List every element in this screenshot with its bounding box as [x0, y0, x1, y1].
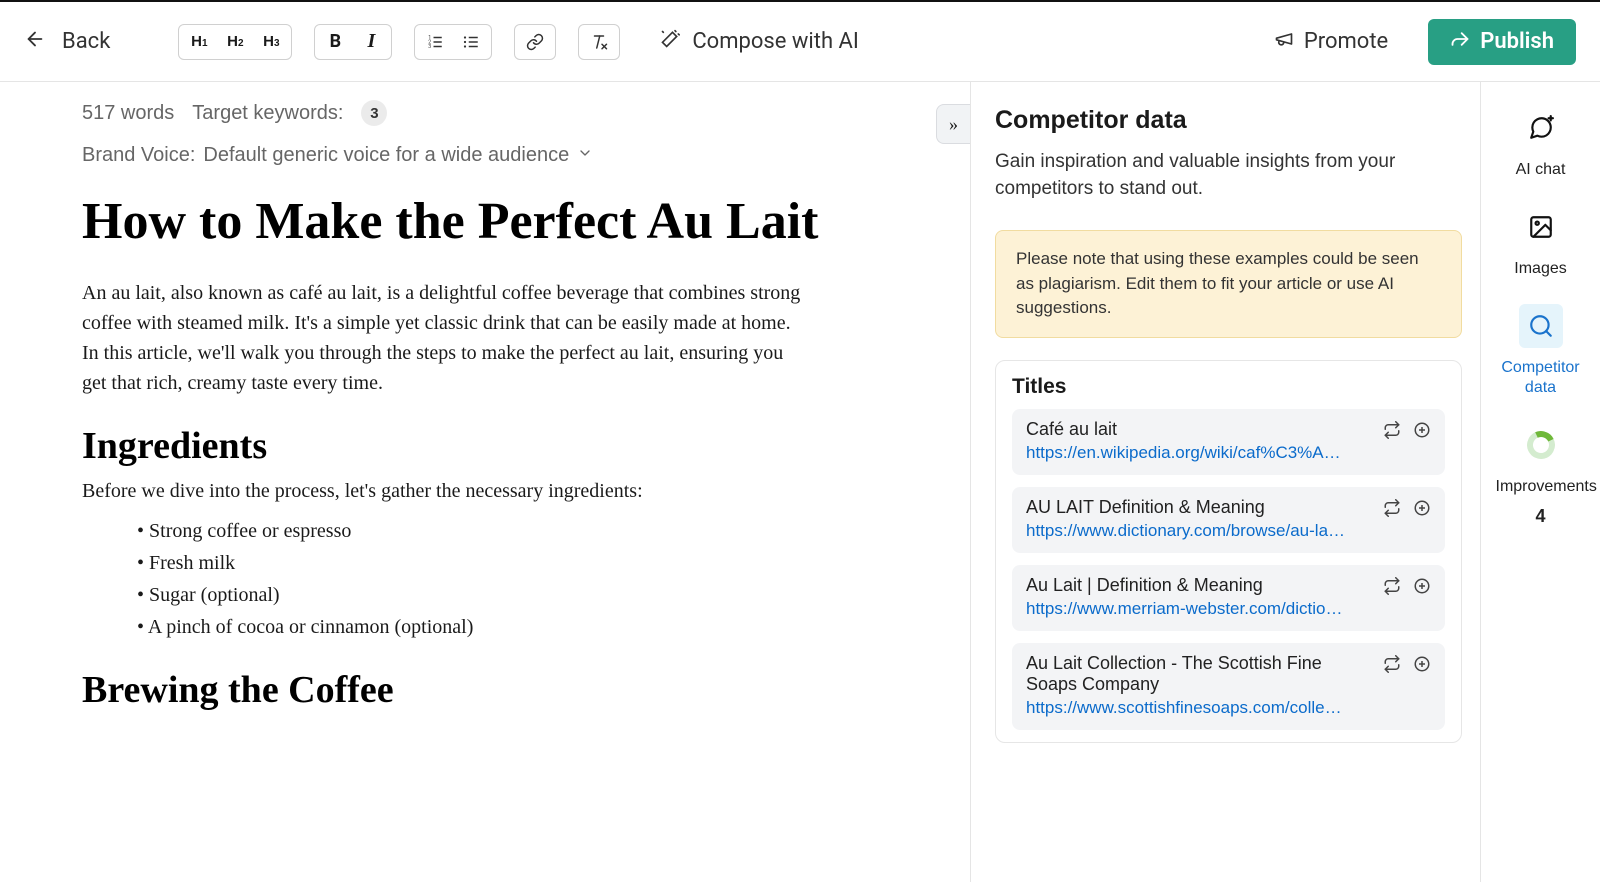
- add-icon[interactable]: [1413, 655, 1431, 673]
- back-label: Back: [62, 29, 110, 54]
- editor-column: » 517 words Target keywords: 3 Brand Voi…: [0, 82, 970, 882]
- brand-voice-label: Brand Voice:: [82, 144, 195, 167]
- progress-donut-icon: [1519, 423, 1563, 467]
- promote-button[interactable]: Promote: [1274, 29, 1388, 55]
- h2-brewing[interactable]: Brewing the Coffee: [82, 668, 934, 712]
- panel-title: Competitor data: [995, 106, 1462, 135]
- h3-button[interactable]: H3: [255, 28, 287, 56]
- refresh-icon[interactable]: [1383, 499, 1401, 517]
- titles-heading: Titles: [1012, 375, 1445, 399]
- list-item[interactable]: Strong coffee or espresso: [137, 516, 934, 546]
- compose-ai-button[interactable]: Compose with AI: [660, 29, 859, 55]
- add-icon[interactable]: [1413, 421, 1431, 439]
- rail-images[interactable]: Images: [1514, 205, 1566, 278]
- refresh-icon[interactable]: [1383, 421, 1401, 439]
- search-icon: [1519, 304, 1563, 348]
- result-url[interactable]: https://www.scottishfinesoaps.com/colle…: [1026, 698, 1373, 718]
- unordered-list-button[interactable]: [455, 28, 487, 56]
- list-item[interactable]: A pinch of cocoa or cinnamon (optional): [137, 612, 934, 642]
- style-group: B I: [314, 24, 392, 60]
- brand-voice-value: Default generic voice for a wide audienc…: [203, 144, 569, 167]
- publish-label: Publish: [1480, 29, 1554, 54]
- add-icon[interactable]: [1413, 499, 1431, 517]
- result-title: Café au lait: [1026, 419, 1373, 440]
- improvements-count: 4: [1535, 506, 1545, 527]
- collapse-panel-button[interactable]: »: [936, 104, 970, 144]
- article-intro[interactable]: An au lait, also known as café au lait, …: [82, 278, 802, 398]
- ingredients-intro[interactable]: Before we dive into the process, let's g…: [82, 476, 934, 506]
- rail-ai-chat-label: AI chat: [1516, 160, 1566, 179]
- refresh-icon[interactable]: [1383, 577, 1401, 595]
- article-title[interactable]: How to Make the Perfect Au Lait: [82, 189, 934, 254]
- share-arrow-icon: [1450, 29, 1470, 55]
- refresh-icon[interactable]: [1383, 655, 1401, 673]
- back-button[interactable]: Back: [24, 24, 118, 60]
- rail-ai-chat[interactable]: AI chat: [1516, 106, 1566, 179]
- rail-improvements[interactable]: Improvements 4: [1496, 423, 1586, 527]
- megaphone-icon: [1274, 29, 1294, 55]
- competitor-result: Au Lait | Definition & Meaning https://w…: [1012, 565, 1445, 631]
- competitor-result: AU LAIT Definition & Meaning https://www…: [1012, 487, 1445, 553]
- list-item[interactable]: Fresh milk: [137, 548, 934, 578]
- h2-button[interactable]: H2: [219, 28, 251, 56]
- result-url[interactable]: https://www.dictionary.com/browse/au-la…: [1026, 521, 1373, 541]
- bold-button[interactable]: B: [319, 28, 351, 56]
- arrow-left-icon: [24, 28, 46, 56]
- list-group: 123: [414, 24, 492, 60]
- top-toolbar: Back H1 H2 H3 B I 123 Compose with AI: [0, 2, 1600, 82]
- image-icon: [1519, 205, 1563, 249]
- result-title: Au Lait Collection - The Scottish Fine S…: [1026, 653, 1373, 695]
- meta-row: 517 words Target keywords: 3: [82, 100, 934, 126]
- right-rail: AI chat Images Competitor data Improveme…: [1480, 82, 1600, 882]
- competitor-result: Café au lait https://en.wikipedia.org/wi…: [1012, 409, 1445, 475]
- magic-wand-icon: [660, 29, 680, 55]
- chevron-double-right-icon: »: [949, 114, 958, 135]
- keywords-count-pill[interactable]: 3: [361, 100, 387, 126]
- titles-card: Titles Café au lait https://en.wikipedia…: [995, 360, 1462, 743]
- italic-button[interactable]: I: [355, 28, 387, 56]
- link-group: [514, 24, 556, 60]
- add-icon[interactable]: [1413, 577, 1431, 595]
- competitor-panel: Competitor data Gain inspiration and val…: [970, 82, 1480, 882]
- h2-ingredients[interactable]: Ingredients: [82, 424, 934, 468]
- clear-format-button[interactable]: [583, 28, 615, 56]
- h1-button[interactable]: H1: [183, 28, 215, 56]
- rail-competitor-label: Competitor data: [1496, 358, 1586, 396]
- chat-icon: [1519, 106, 1563, 150]
- keywords-label: Target keywords:: [192, 102, 343, 125]
- brand-voice-row[interactable]: Brand Voice: Default generic voice for a…: [82, 144, 934, 167]
- clear-group: [578, 24, 620, 60]
- competitor-result: Au Lait Collection - The Scottish Fine S…: [1012, 643, 1445, 730]
- result-url[interactable]: https://en.wikipedia.org/wiki/caf%C3%A…: [1026, 443, 1373, 463]
- promote-label: Promote: [1304, 29, 1388, 54]
- panel-description: Gain inspiration and valuable insights f…: [995, 149, 1462, 202]
- svg-text:3: 3: [429, 44, 432, 50]
- ordered-list-button[interactable]: 123: [419, 28, 451, 56]
- list-item[interactable]: Sugar (optional): [137, 580, 934, 610]
- result-title: AU LAIT Definition & Meaning: [1026, 497, 1373, 518]
- rail-images-label: Images: [1514, 259, 1566, 278]
- publish-button[interactable]: Publish: [1428, 19, 1576, 65]
- link-button[interactable]: [519, 28, 551, 56]
- compose-ai-label: Compose with AI: [692, 29, 859, 54]
- rail-improvements-label: Improvements: [1496, 477, 1586, 496]
- result-title: Au Lait | Definition & Meaning: [1026, 575, 1373, 596]
- heading-group: H1 H2 H3: [178, 24, 292, 60]
- plagiarism-notice: Please note that using these examples co…: [995, 230, 1462, 338]
- chevron-down-icon: [577, 144, 593, 167]
- ingredients-list[interactable]: Strong coffee or espresso Fresh milk Sug…: [82, 516, 934, 642]
- word-count: 517 words: [82, 102, 174, 125]
- result-url[interactable]: https://www.merriam-webster.com/dictio…: [1026, 599, 1373, 619]
- rail-competitor-data[interactable]: Competitor data: [1496, 304, 1586, 396]
